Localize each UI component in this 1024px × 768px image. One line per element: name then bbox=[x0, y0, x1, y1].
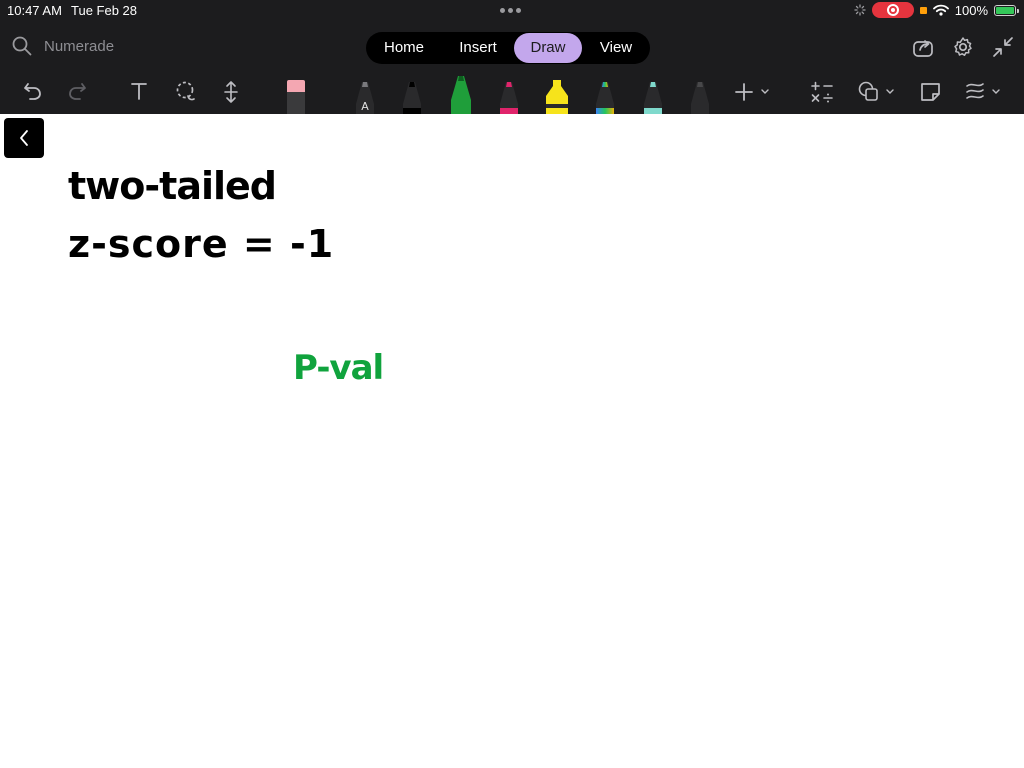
pen-green[interactable] bbox=[450, 74, 472, 114]
pen-black[interactable] bbox=[402, 80, 422, 114]
header-actions bbox=[912, 36, 1014, 58]
app-toolbar: 10:47 AM Tue Feb 28 100% Numerade Home I… bbox=[0, 0, 1024, 114]
redo-icon[interactable] bbox=[66, 80, 88, 102]
chevron-left-icon bbox=[20, 130, 28, 146]
shapes-icon[interactable] bbox=[858, 80, 898, 104]
settings-gear-icon[interactable] bbox=[952, 36, 974, 58]
screen-recording-indicator[interactable] bbox=[871, 2, 914, 18]
tab-draw[interactable]: Draw bbox=[514, 33, 582, 63]
wifi-icon bbox=[932, 4, 949, 16]
ink-text-z-score: z-score = -1 bbox=[68, 222, 335, 266]
status-time: 10:47 AM bbox=[7, 3, 62, 18]
lasso-icon[interactable] bbox=[174, 80, 198, 104]
collapse-arrows-icon[interactable] bbox=[992, 36, 1014, 58]
highlighter-yellow[interactable] bbox=[544, 80, 570, 114]
eraser-tool[interactable] bbox=[286, 80, 306, 114]
pen-teal[interactable] bbox=[643, 80, 663, 114]
back-button[interactable] bbox=[4, 118, 44, 158]
status-indicators: 100% bbox=[854, 2, 1019, 18]
tab-view[interactable]: View bbox=[582, 33, 650, 63]
tab-home[interactable]: Home bbox=[366, 33, 442, 63]
battery-icon bbox=[994, 4, 1019, 16]
ink-text-p-val: P-val bbox=[293, 348, 384, 388]
pen-magenta[interactable] bbox=[499, 80, 519, 114]
text-tool-icon[interactable] bbox=[129, 80, 149, 102]
ribbon-tabs: Home Insert Draw View bbox=[366, 32, 650, 64]
ink-style-icon[interactable] bbox=[964, 80, 1004, 104]
search-box[interactable]: Numerade bbox=[12, 36, 114, 56]
add-pen-icon[interactable] bbox=[734, 82, 770, 102]
svg-text:A: A bbox=[361, 100, 369, 113]
pen-rainbow[interactable] bbox=[595, 80, 615, 114]
sticker-note-icon[interactable] bbox=[919, 80, 943, 104]
pen-dark-gray[interactable] bbox=[690, 80, 710, 114]
pen-black-with-a[interactable]: A bbox=[355, 80, 375, 114]
search-icon bbox=[12, 36, 32, 56]
search-placeholder: Numerade bbox=[44, 37, 115, 55]
add-space-icon[interactable] bbox=[221, 80, 241, 104]
drawing-canvas[interactable]: two-tailed z-score = -1 P-val bbox=[0, 114, 1024, 768]
tab-insert[interactable]: Insert bbox=[442, 33, 514, 63]
status-date: Tue Feb 28 bbox=[71, 3, 138, 18]
share-icon[interactable] bbox=[912, 36, 934, 58]
math-icon[interactable] bbox=[810, 80, 834, 104]
microphone-in-use-indicator bbox=[919, 6, 927, 14]
multitasking-icon[interactable] bbox=[500, 8, 521, 13]
loading-icon bbox=[854, 4, 866, 16]
ink-text-two-tailed: two-tailed bbox=[68, 164, 277, 208]
battery-percentage: 100% bbox=[954, 2, 988, 18]
undo-icon[interactable] bbox=[22, 80, 44, 102]
